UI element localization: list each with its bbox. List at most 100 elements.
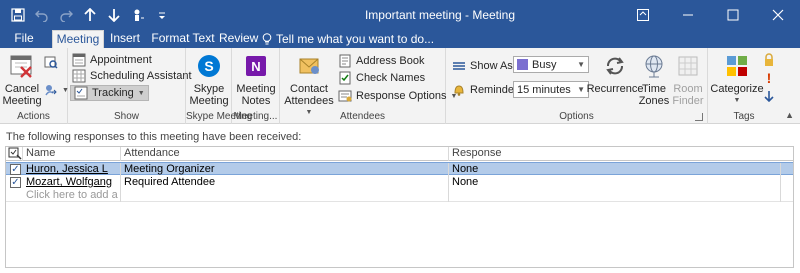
customize-icon[interactable] — [150, 3, 174, 27]
collapse-ribbon-icon[interactable]: ▲ — [785, 110, 794, 120]
attendee-name[interactable]: Mozart, Wolfgang — [23, 176, 121, 189]
tab-review[interactable]: Review — [219, 30, 258, 48]
forward-button[interactable]: ▼ — [44, 82, 69, 98]
group-label-skype: Skype Meeting — [186, 111, 253, 122]
response-options-label: Response Options — [356, 90, 447, 102]
tracking-icon — [74, 86, 88, 100]
response-options-icon — [338, 89, 352, 103]
attendee-checkbox[interactable]: ✓ — [10, 164, 21, 175]
group-attendees: Contact Attendees ▼ Address Book Check N… — [280, 48, 457, 124]
cancel-meeting-icon — [7, 51, 37, 81]
group-options: Show As: Busy ▼ Reminder: 15 minutes ▼ R… — [446, 48, 708, 124]
check-names-label: Check Names — [356, 72, 426, 84]
tracking-button[interactable]: Tracking ▼ — [70, 85, 149, 101]
response-flag-icon — [8, 147, 22, 160]
tab-meeting[interactable]: Meeting — [52, 30, 104, 48]
recurrence-icon — [600, 51, 630, 81]
high-importance-button[interactable]: ! — [762, 70, 776, 86]
contact-attendees-label: Contact Attendees — [284, 83, 334, 107]
tell-me-box[interactable]: Tell me what you want to do... — [262, 30, 434, 48]
time-zones-button[interactable]: Time Zones — [638, 51, 670, 107]
add-attendance-cell — [121, 189, 449, 202]
response-options-button[interactable]: Response Options ▼ — [338, 88, 457, 104]
cancel-meeting-label: Cancel Meeting — [2, 83, 42, 107]
down-arrow-icon[interactable] — [102, 3, 126, 27]
recurrence-button[interactable]: Recurrence — [587, 51, 643, 95]
skype-meeting-button[interactable]: S Skype Meeting — [189, 51, 229, 107]
contact-attendees-button[interactable]: Contact Attendees ▼ — [284, 51, 334, 119]
skype-icon: S — [194, 51, 224, 81]
save-icon[interactable] — [6, 3, 30, 27]
header-response[interactable]: Response — [449, 147, 793, 161]
onenote-icon: N — [241, 51, 271, 81]
show-as-dropdown-icon: ▼ — [577, 60, 585, 69]
appointment-button[interactable]: Appointment — [72, 52, 152, 68]
recurrence-label: Recurrence — [586, 83, 644, 95]
touch-mode-icon[interactable] — [126, 3, 150, 27]
minimize-icon[interactable] — [665, 0, 710, 30]
tracking-table: Name Attendance Response ✓ Huron, Jessic… — [5, 146, 794, 268]
calendar-view-button[interactable] — [44, 54, 58, 70]
group-label-meeting-notes: Meeting... — [233, 111, 278, 122]
up-arrow-icon[interactable] — [78, 3, 102, 27]
quick-access-toolbar — [6, 0, 174, 30]
attendance-cell[interactable]: Meeting Organizer — [121, 163, 449, 176]
show-as-dropdown[interactable]: Busy ▼ — [513, 56, 589, 73]
attendee-name[interactable]: Huron, Jessica L — [23, 163, 121, 176]
contact-attendees-icon — [294, 51, 324, 81]
add-name-input[interactable]: Click here to add a name — [23, 189, 121, 202]
time-zones-label: Time Zones — [638, 83, 670, 107]
group-meeting-notes: N Meeting Notes Meeting... — [232, 48, 280, 124]
lightbulb-icon — [262, 32, 272, 44]
scheduling-assistant-icon — [72, 69, 86, 83]
group-show: Appointment Scheduling Assistant Trackin… — [68, 48, 192, 124]
add-name-row[interactable]: Click here to add a name — [6, 189, 793, 202]
attendee-checkbox[interactable]: ✓ — [10, 177, 21, 188]
scheduling-assistant-button[interactable]: Scheduling Assistant — [72, 68, 192, 84]
tell-me-text: Tell me what you want to do... — [276, 31, 435, 46]
categorize-button[interactable]: Categorize ▼ — [710, 51, 764, 107]
maximize-icon[interactable] — [710, 0, 755, 30]
group-label-tags: Tags — [733, 111, 755, 122]
room-finder-button[interactable]: Room Finder — [670, 51, 706, 107]
check-names-button[interactable]: Check Names — [338, 70, 425, 86]
tracking-label: Tracking — [92, 87, 134, 99]
categorize-label: Categorize — [710, 83, 764, 95]
reminder-dropdown[interactable]: 15 minutes ▼ — [513, 81, 589, 98]
globe-icon — [639, 51, 669, 81]
low-importance-button[interactable] — [762, 88, 776, 104]
close-icon[interactable] — [755, 0, 800, 30]
svg-text:S: S — [204, 58, 213, 74]
tab-format-text[interactable]: Format Text — [150, 30, 216, 48]
ribbon-display-icon[interactable] — [620, 0, 665, 30]
table-row[interactable]: ✓ Huron, Jessica L Meeting Organizer Non… — [6, 162, 793, 176]
cancel-meeting-button[interactable]: Cancel Meeting — [2, 51, 42, 107]
show-as-label: Show As: — [470, 60, 516, 72]
room-finder-label: Room Finder — [672, 83, 704, 107]
group-actions: Cancel Meeting ▼ Actions — [0, 48, 69, 124]
categorize-icon — [722, 51, 752, 81]
undo-icon[interactable] — [30, 3, 54, 27]
tab-file[interactable]: File — [10, 30, 38, 48]
header-attendance[interactable]: Attendance — [121, 147, 449, 161]
options-dialog-launcher-icon[interactable] — [695, 113, 703, 121]
table-header: Name Attendance Response — [6, 147, 793, 161]
show-as-label-group: Show As: — [452, 58, 516, 74]
address-book-button[interactable]: Address Book — [338, 53, 424, 69]
check-names-icon — [338, 71, 352, 85]
header-name[interactable]: Name — [23, 147, 121, 161]
scheduling-assistant-label: Scheduling Assistant — [90, 70, 192, 82]
table-row[interactable]: ✓ Mozart, Wolfgang Required Attendee Non… — [6, 176, 793, 189]
private-button[interactable] — [762, 52, 776, 68]
redo-icon[interactable] — [54, 3, 78, 27]
header-flag-column[interactable] — [6, 147, 23, 161]
show-as-icon — [452, 59, 466, 73]
response-cell: None — [449, 176, 781, 189]
attendance-cell[interactable]: Required Attendee — [121, 176, 449, 189]
meeting-notes-button[interactable]: N Meeting Notes — [236, 51, 276, 107]
group-label-options: Options — [559, 111, 594, 122]
forward-icon — [44, 83, 58, 97]
high-importance-icon: ! — [766, 70, 772, 86]
tab-insert[interactable]: Insert — [109, 30, 141, 48]
tracking-dropdown-icon: ▼ — [137, 89, 145, 97]
